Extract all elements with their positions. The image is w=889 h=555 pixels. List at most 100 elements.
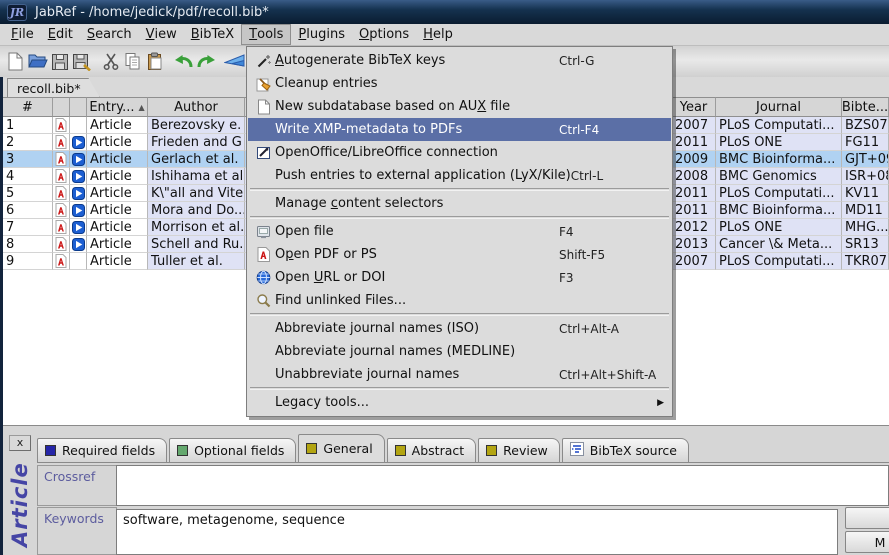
no-icon <box>252 343 275 361</box>
cell-entrytype: Article <box>87 219 148 236</box>
menubar-item-file[interactable]: File <box>4 24 41 45</box>
menubar-item-options[interactable]: Options <box>352 24 416 45</box>
cell-bibtexkey: GJT+09 <box>842 151 889 168</box>
menu-item-label: Open URL or DOI <box>275 270 559 285</box>
openoffice-icon <box>252 144 275 162</box>
no-icon <box>70 253 87 270</box>
menu-item-label: Unabbreviate journal names <box>275 367 559 382</box>
cell-number: 5 <box>3 185 53 202</box>
url-link-icon <box>70 219 87 236</box>
save-icon[interactable] <box>49 50 70 74</box>
cell-author: K\"all and Vitek <box>148 185 245 202</box>
tab-general[interactable]: General <box>298 434 384 462</box>
menu-item-abbreviate-journal-names-iso[interactable]: Abbreviate journal names (ISO)Ctrl+Alt-A <box>248 317 671 340</box>
crossref-input[interactable] <box>116 465 889 506</box>
menu-item-manage-content-selectors[interactable]: Manage content selectors <box>248 192 671 215</box>
redo-icon[interactable] <box>195 50 216 74</box>
column-header-entry[interactable]: Entry...▲ <box>87 97 148 117</box>
cell-journal: BMC Bioinforma... <box>716 202 842 219</box>
no-icon <box>252 366 275 384</box>
menu-item-abbreviate-journal-names-medline[interactable]: Abbreviate journal names (MEDLINE) <box>248 340 671 363</box>
keywords-manage-button[interactable]: M <box>845 531 889 553</box>
source-icon <box>570 442 584 459</box>
pdf-file-icon <box>53 168 70 185</box>
cell-number: 6 <box>3 202 53 219</box>
globe-icon <box>252 269 275 287</box>
copy-icon[interactable] <box>122 50 143 74</box>
cell-year: 2007 <box>672 253 716 270</box>
menu-item-openoffice-libreoffice-connection[interactable]: OpenOffice/LibreOffice connection <box>248 141 671 164</box>
menubar-item-view[interactable]: View <box>139 24 184 45</box>
menubar-item-tools[interactable]: Tools <box>241 24 291 45</box>
cell-year: 2011 <box>672 202 716 219</box>
tab-review[interactable]: Review <box>478 438 560 462</box>
menu-item-new-subdatabase-based-on-aux-file[interactable]: New subdatabase based on AUX file <box>248 95 671 118</box>
menu-item-label: Autogenerate BibTeX keys <box>275 53 559 68</box>
menu-item-open-url-or-doi[interactable]: Open URL or DOIF3 <box>248 266 671 289</box>
split-pane-divider[interactable] <box>3 425 889 432</box>
menu-item-cleanup-entries[interactable]: Cleanup entries <box>248 72 671 95</box>
menubar-item-bibtex[interactable]: BibTeX <box>184 24 241 45</box>
menu-item-shortcut: Ctrl+Alt-A <box>559 322 663 336</box>
cell-author: Ishihama et al <box>148 168 245 185</box>
tab-color-square-icon <box>395 445 406 456</box>
cell-entrytype: Article <box>87 185 148 202</box>
cell-bibtexkey: SR13 <box>842 236 889 253</box>
menu-item-open-file[interactable]: Open fileF4 <box>248 220 671 243</box>
url-link-icon <box>70 168 87 185</box>
mark-entries-icon[interactable] <box>224 50 245 74</box>
open-file-small-icon <box>252 223 275 241</box>
menu-item-shortcut: Ctrl+Alt+Shift-A <box>559 368 663 382</box>
tab-optional-fields[interactable]: Optional fields <box>169 438 296 462</box>
menubar-item-plugins[interactable]: Plugins <box>291 24 352 45</box>
pdf-file-icon <box>53 236 70 253</box>
cell-author: Tuller et al. <box>148 253 245 270</box>
cut-icon[interactable] <box>100 50 121 74</box>
menu-separator <box>250 387 669 390</box>
keywords-aux-button[interactable] <box>845 507 889 529</box>
cell-year: 2011 <box>672 185 716 202</box>
tab-color-square-icon <box>306 443 317 454</box>
open-database-icon[interactable] <box>27 50 48 74</box>
no-icon <box>70 117 87 134</box>
keywords-input[interactable]: software, metagenome, sequence <box>116 509 838 555</box>
menubar-item-help[interactable]: Help <box>416 24 460 45</box>
column-header-author[interactable]: Author <box>148 97 245 117</box>
column-header-year[interactable]: Year <box>672 97 716 117</box>
crossref-field-label: Crossref <box>37 465 117 506</box>
url-link-icon <box>70 236 87 253</box>
menubar-item-edit[interactable]: Edit <box>41 24 80 45</box>
tab-abstract[interactable]: Abstract <box>387 438 476 462</box>
cell-journal: PLoS Computati... <box>716 253 842 270</box>
tab-color-square-icon <box>486 445 497 456</box>
menu-item-legacy-tools[interactable]: Legacy tools...▶ <box>248 391 671 414</box>
column-header-icon[interactable] <box>53 97 70 117</box>
menu-item-unabbreviate-journal-names[interactable]: Unabbreviate journal namesCtrl+Alt+Shift… <box>248 363 671 386</box>
menu-item-autogenerate-bibtex-keys[interactable]: Autogenerate BibTeX keysCtrl-G <box>248 49 671 72</box>
tab-label: General <box>323 441 372 456</box>
tab-bibtex-source[interactable]: BibTeX source <box>562 438 689 462</box>
file-tab-recoll[interactable]: recoll.bib* <box>7 78 100 97</box>
menu-item-write-xmp-metadata-to-pdfs[interactable]: Write XMP-metadata to PDFsCtrl-F4 <box>248 118 671 141</box>
entry-editor-close-button[interactable]: x <box>9 435 31 451</box>
menu-item-push-entries-to-external-application-lyx-kile[interactable]: Push entries to external application (Ly… <box>248 164 671 187</box>
cell-bibtexkey: MHG... <box>842 219 889 236</box>
save-as-icon[interactable] <box>71 50 92 74</box>
toolbar-group <box>224 50 245 74</box>
pdf-file-icon <box>53 202 70 219</box>
undo-icon[interactable] <box>173 50 194 74</box>
paste-icon[interactable] <box>144 50 165 74</box>
column-header-#[interactable]: # <box>3 97 53 117</box>
cell-year: 2013 <box>672 236 716 253</box>
tab-required-fields[interactable]: Required fields <box>37 438 167 462</box>
menu-item-find-unlinked-files[interactable]: Find unlinked Files... <box>248 289 671 312</box>
column-header-icon[interactable] <box>70 97 87 117</box>
menubar-item-search[interactable]: Search <box>80 24 139 45</box>
column-header-bibte[interactable]: Bibte... <box>842 97 889 117</box>
column-header-journal[interactable]: Journal <box>716 97 842 117</box>
new-file-icon[interactable] <box>5 50 26 74</box>
pdf-file-icon <box>53 151 70 168</box>
menu-separator <box>250 313 669 316</box>
menu-item-open-pdf-or-ps[interactable]: Open PDF or PSShift-F5 <box>248 243 671 266</box>
cell-bibtexkey: BZS07 <box>842 117 889 134</box>
